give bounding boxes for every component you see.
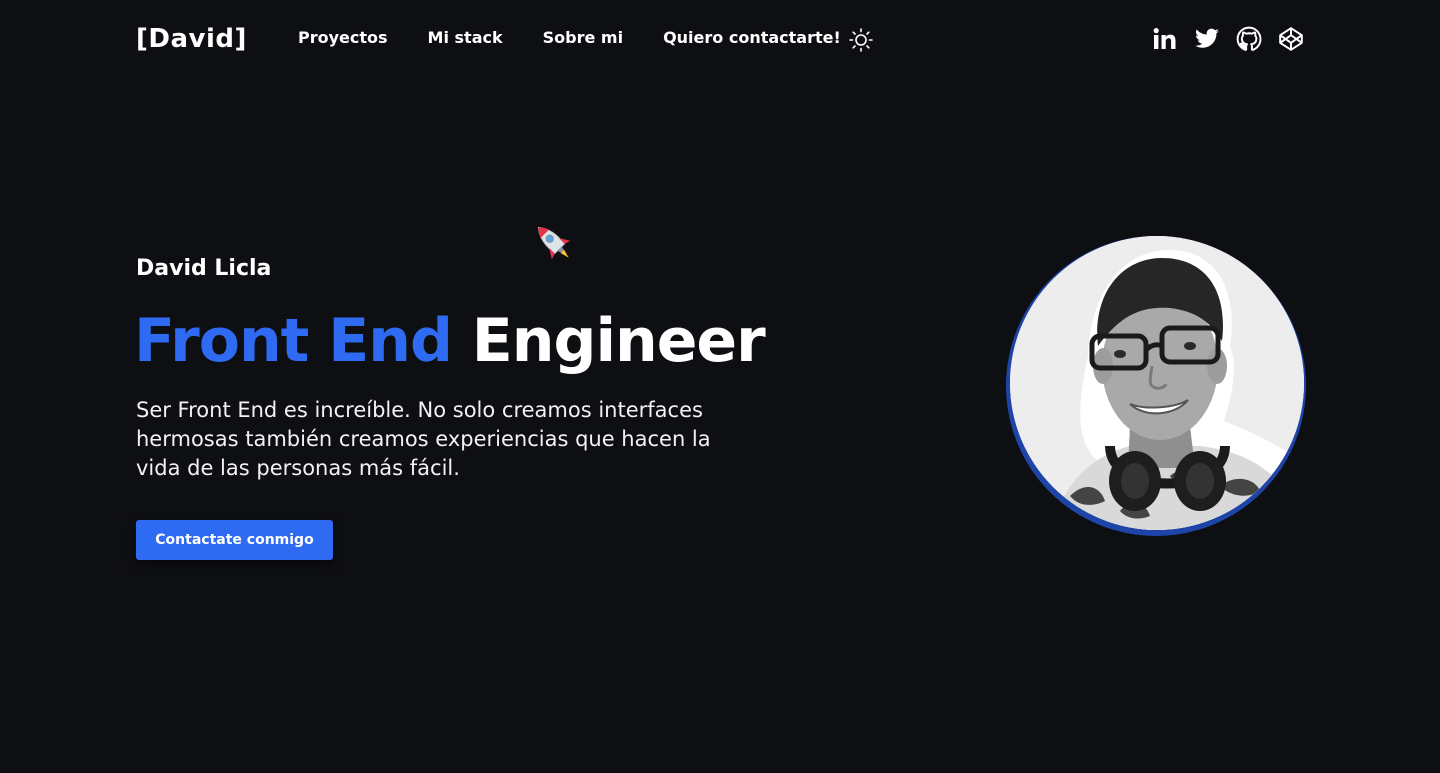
- site-header: [David] Proyectos Mi stack Sobre mi Quie…: [0, 0, 1440, 80]
- nav-link-mi-stack[interactable]: Mi stack: [428, 28, 503, 47]
- headline-accent: Front End: [134, 306, 453, 376]
- main-nav: Proyectos Mi stack Sobre mi Quiero conta…: [298, 28, 881, 47]
- avatar: [1010, 236, 1304, 530]
- twitter-icon: [1195, 28, 1219, 48]
- codepen-icon: [1279, 27, 1303, 51]
- linkedin-link[interactable]: [1152, 26, 1178, 52]
- sun-icon: [849, 28, 873, 52]
- github-icon: [1236, 26, 1262, 51]
- contact-button[interactable]: Contactate conmigo: [136, 520, 333, 560]
- portfolio-page: [David] Proyectos Mi stack Sobre mi Quie…: [0, 0, 1440, 773]
- nav-link-proyectos[interactable]: Proyectos: [298, 28, 388, 47]
- theme-toggle-button[interactable]: [848, 27, 874, 53]
- site-logo[interactable]: [David]: [136, 24, 247, 54]
- hero-description: Ser Front End es increíble. No solo crea…: [136, 398, 711, 480]
- hero-name: David Licla: [136, 256, 272, 281]
- avatar-container: [1006, 236, 1306, 536]
- codepen-link[interactable]: [1278, 26, 1304, 52]
- twitter-link[interactable]: [1194, 26, 1220, 52]
- hero-headline: Front End Engineer: [134, 306, 766, 376]
- rocket-icon: [528, 217, 580, 269]
- headline-rest: Engineer: [471, 306, 766, 376]
- nav-link-contacto[interactable]: Quiero contactarte!: [663, 28, 841, 47]
- linkedin-icon: [1153, 28, 1176, 49]
- github-link[interactable]: [1236, 26, 1262, 52]
- nav-link-sobre-mi[interactable]: Sobre mi: [543, 28, 623, 47]
- social-links: [1152, 26, 1304, 52]
